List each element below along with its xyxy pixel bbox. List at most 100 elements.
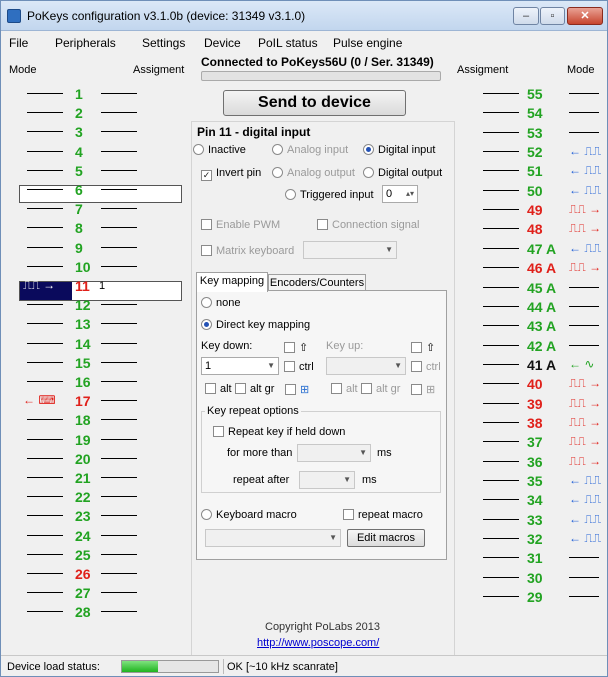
pin-row-6[interactable]: 6 bbox=[1, 181, 191, 199]
key-up-shift-checkbox[interactable]: ⇧ bbox=[411, 341, 435, 354]
pin-row-15[interactable]: 15 bbox=[1, 354, 191, 372]
pin-row-25[interactable]: 25 bbox=[1, 546, 191, 564]
pin-row-35[interactable]: 35 ← ⎍⎍ bbox=[457, 472, 608, 490]
pin-row-13[interactable]: 13 bbox=[1, 315, 191, 333]
direct-key-mapping-radio[interactable]: Direct key mapping bbox=[201, 319, 310, 331]
key-down-alt-checkbox[interactable]: alt bbox=[205, 383, 232, 395]
pin-row-17[interactable]: ← ⌨ 17 bbox=[1, 392, 191, 410]
inactive-radio[interactable]: Inactive bbox=[193, 144, 246, 156]
pin-row-7[interactable]: 7 bbox=[1, 200, 191, 218]
key-up-select[interactable]: ▼ bbox=[326, 357, 406, 375]
repeat-macro-checkbox[interactable]: repeat macro bbox=[343, 509, 423, 521]
pin-row-21[interactable]: 21 bbox=[1, 469, 191, 487]
analog-input-radio[interactable]: Analog input bbox=[272, 144, 348, 156]
pin-row-43a[interactable]: 43 A bbox=[457, 317, 608, 335]
key-down-shift-checkbox[interactable]: ⇧ bbox=[284, 341, 308, 354]
digital-input-radio[interactable]: Digital input bbox=[363, 144, 435, 156]
pin-row-55[interactable]: 55 bbox=[457, 85, 608, 103]
poscope-link[interactable]: http://www.poscope.com/ bbox=[257, 637, 379, 649]
connection-signal-checkbox[interactable]: Connection signal bbox=[317, 219, 419, 231]
matrix-keyboard-checkbox[interactable]: Matrix keyboard bbox=[201, 245, 294, 257]
pin-row-3[interactable]: 3 bbox=[1, 123, 191, 141]
pin-row-41a[interactable]: 41 A ← ∿ bbox=[457, 356, 608, 374]
pin-row-19[interactable]: 19 bbox=[1, 431, 191, 449]
title-bar[interactable]: PoKeys configuration v3.1.0b (device: 31… bbox=[1, 1, 607, 31]
menu-device[interactable]: Device bbox=[204, 36, 241, 50]
pin-row-51[interactable]: 51 ← ⎍⎍ bbox=[457, 162, 608, 180]
pin-row-2[interactable]: 2 bbox=[1, 104, 191, 122]
enable-pwm-checkbox[interactable]: Enable PWM bbox=[201, 219, 280, 231]
invert-pin-checkbox[interactable]: ✓ Invert pin bbox=[201, 167, 261, 181]
close-button[interactable]: ✕ bbox=[567, 7, 603, 25]
pin-row-52[interactable]: 52 ← ⎍⎍ bbox=[457, 143, 608, 161]
pin-row-34[interactable]: 34 ← ⎍⎍ bbox=[457, 491, 608, 509]
maximize-button[interactable]: ▫ bbox=[540, 7, 565, 25]
pin-row-40[interactable]: 40 ⎍⎍ → bbox=[457, 375, 608, 393]
pin-row-53[interactable]: 53 bbox=[457, 124, 608, 142]
pin-row-39[interactable]: 39 ⎍⎍ → bbox=[457, 395, 608, 413]
macro-select[interactable]: ▼ bbox=[205, 529, 341, 547]
pin-row-8[interactable]: 8 bbox=[1, 219, 191, 237]
pin-row-37[interactable]: 37 ⎍⎍ → bbox=[457, 433, 608, 451]
pin-row-26[interactable]: 26 bbox=[1, 565, 191, 583]
pin-row-49[interactable]: 49 ⎍⎍ → bbox=[457, 201, 608, 219]
digital-output-radio[interactable]: Digital output bbox=[363, 167, 442, 179]
pin-row-24[interactable]: 24 bbox=[1, 527, 191, 545]
analog-output-radio[interactable]: Analog output bbox=[272, 167, 355, 179]
spinner-arrows-icon[interactable]: ▴▾ bbox=[406, 186, 414, 202]
pin-row-28[interactable]: 28 bbox=[1, 603, 191, 621]
minimize-button[interactable]: – bbox=[513, 7, 539, 25]
matrix-keyboard-dropdown[interactable]: ▼ bbox=[303, 241, 397, 259]
pin-row-44a[interactable]: 44 A bbox=[457, 298, 608, 316]
pin-row-54[interactable]: 54 bbox=[457, 104, 608, 122]
pin-row-48[interactable]: 48 ⎍⎍ → bbox=[457, 220, 608, 238]
key-down-select[interactable]: 1 ▼ bbox=[201, 357, 279, 375]
pin-row-9[interactable]: 9 bbox=[1, 239, 191, 257]
pin-row-38[interactable]: 38 ⎍⎍ → bbox=[457, 414, 608, 432]
pin-row-18[interactable]: 18 bbox=[1, 411, 191, 429]
pin-row-50[interactable]: 50 ← ⎍⎍ bbox=[457, 182, 608, 200]
pin-row-14[interactable]: 14 bbox=[1, 335, 191, 353]
pin-row-5[interactable]: 5 bbox=[1, 162, 191, 180]
pin-row-22[interactable]: 22 bbox=[1, 488, 191, 506]
key-down-altgr-checkbox[interactable]: alt gr bbox=[235, 383, 274, 395]
repeat-if-held-checkbox[interactable]: Repeat key if held down bbox=[213, 426, 345, 438]
pin-row-20[interactable]: 20 bbox=[1, 450, 191, 468]
triggered-input-spinner[interactable]: 0 ▴▾ bbox=[382, 185, 418, 203]
pin-row-4[interactable]: 4 bbox=[1, 143, 191, 161]
key-up-ctrl-checkbox[interactable]: ctrl bbox=[411, 361, 441, 373]
pin-row-10[interactable]: 10 bbox=[1, 258, 191, 276]
menu-settings[interactable]: Settings bbox=[142, 36, 185, 50]
pin-row-11[interactable]: ⎍⎍ → 11 1 bbox=[1, 277, 191, 295]
for-more-than-select[interactable]: ▼ bbox=[297, 444, 371, 462]
menu-file[interactable]: File bbox=[9, 36, 28, 50]
pin-row-30[interactable]: 30 bbox=[457, 569, 608, 587]
pin-row-42a[interactable]: 42 A bbox=[457, 337, 608, 355]
pin-row-47a[interactable]: 47 A ← ⎍⎍ bbox=[457, 240, 608, 258]
send-to-device-button[interactable]: Send to device bbox=[223, 90, 406, 116]
pin-row-16[interactable]: 16 bbox=[1, 373, 191, 391]
key-up-win-checkbox[interactable]: ⊞ bbox=[411, 383, 435, 396]
key-down-win-checkbox[interactable]: ⊞ bbox=[285, 383, 309, 396]
pin-row-27[interactable]: 27 bbox=[1, 584, 191, 602]
pin-row-36[interactable]: 36 ⎍⎍ → bbox=[457, 453, 608, 471]
pin-row-32[interactable]: 32 ← ⎍⎍ bbox=[457, 530, 608, 548]
tab-key-mapping[interactable]: Key mapping bbox=[196, 272, 268, 292]
pin-row-46a[interactable]: 46 A ⎍⎍ → bbox=[457, 259, 608, 277]
pin-row-29[interactable]: 29 bbox=[457, 588, 608, 606]
pin-row-31[interactable]: 31 bbox=[457, 549, 608, 567]
pin-row-1[interactable]: 1 bbox=[1, 85, 191, 103]
none-radio[interactable]: none bbox=[201, 297, 240, 309]
menu-peripherals[interactable]: Peripherals bbox=[55, 36, 116, 50]
menu-poil-status[interactable]: PoIL status bbox=[258, 36, 318, 50]
pin-row-45a[interactable]: 45 A bbox=[457, 279, 608, 297]
keyboard-macro-radio[interactable]: Keyboard macro bbox=[201, 509, 297, 521]
key-up-alt-checkbox[interactable]: alt bbox=[331, 383, 358, 395]
pin-row-23[interactable]: 23 bbox=[1, 507, 191, 525]
key-up-altgr-checkbox[interactable]: alt gr bbox=[361, 383, 400, 395]
edit-macros-button[interactable]: Edit macros bbox=[347, 529, 425, 547]
repeat-after-select[interactable]: ▼ bbox=[299, 471, 355, 489]
menu-pulse-engine[interactable]: Pulse engine bbox=[333, 36, 402, 50]
pin-row-12[interactable]: 12 bbox=[1, 296, 191, 314]
triggered-input-radio[interactable]: Triggered input bbox=[285, 189, 374, 201]
